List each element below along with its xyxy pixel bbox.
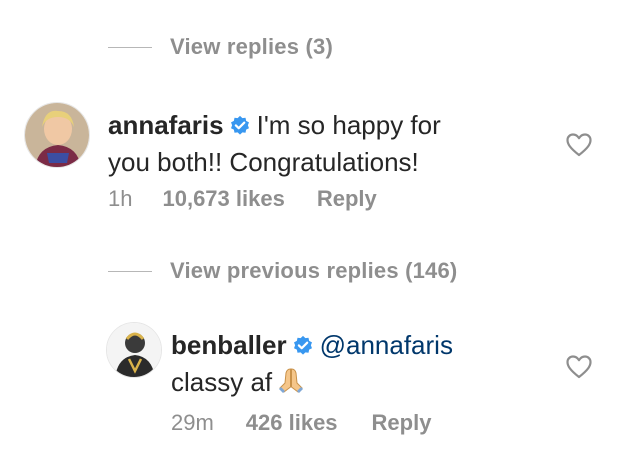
comment-benballer: benballer @annafaris classy af 29m 426 li… [0,0,634,476]
avatar-benballer[interactable] [106,322,162,378]
comment-meta-benballer: 29m 426 likes Reply [171,410,431,436]
likes-count[interactable]: 426 likes [246,410,338,436]
mention-link[interactable]: @annafaris [320,330,453,360]
comment-body: classy af [171,367,273,397]
verified-badge-icon [292,331,314,365]
comment-text-benballer: benballer @annafaris classy af [171,328,531,403]
username-benballer[interactable]: benballer [171,330,287,360]
like-heart-icon[interactable] [566,355,592,384]
timestamp: 29m [171,410,214,435]
reply-button[interactable]: Reply [372,410,432,436]
folded-hands-emoji-icon [276,365,306,403]
